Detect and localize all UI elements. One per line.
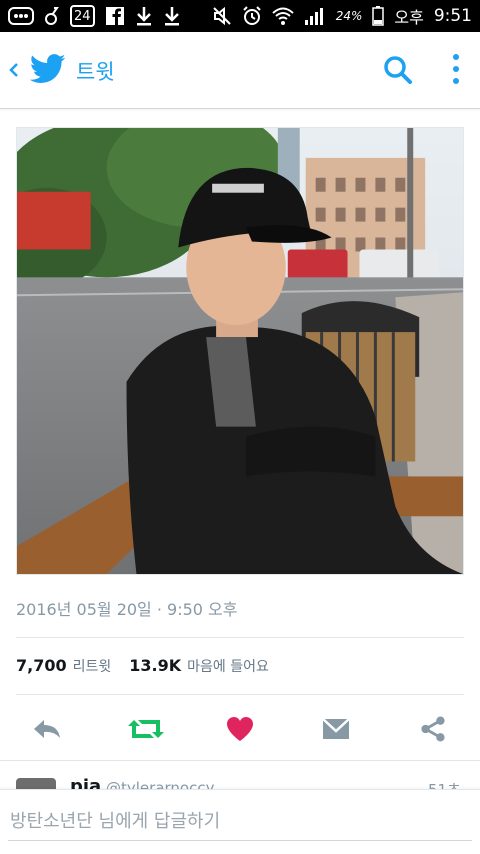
tweet-stats: 7,700 리트윗 13.9K 마음에 들어요 <box>16 656 269 676</box>
tweet-timestamp[interactable]: 2016년 05월 20일 · 9:50 오후 <box>16 596 237 620</box>
mute-icon <box>212 6 232 26</box>
notification-count-icon: 24 <box>70 5 95 27</box>
reply-input-underline <box>8 840 472 841</box>
retweet-count-label[interactable]: 리트윗 <box>73 656 112 676</box>
reply-preview[interactable]: pia @tylerarnoccy 51초 <box>0 762 480 792</box>
like-count[interactable]: 13.9K <box>129 656 181 675</box>
divider <box>0 760 480 761</box>
reply-icon[interactable] <box>32 716 62 742</box>
overflow-menu-icon[interactable] <box>450 52 462 86</box>
ampm: 오후 <box>394 8 424 27</box>
music-icon <box>44 6 60 26</box>
tweet-photo-image <box>17 128 463 574</box>
page-title: 트윗 <box>76 60 115 84</box>
reply-input[interactable] <box>8 810 472 833</box>
signal-icon <box>304 6 326 26</box>
divider <box>16 637 464 638</box>
download-icon-2 <box>163 6 181 26</box>
download-icon <box>135 6 153 26</box>
alarm-icon <box>242 6 262 26</box>
share-icon[interactable] <box>418 716 448 742</box>
search-icon[interactable] <box>382 54 414 86</box>
status-right: 24% 오후 9:51 <box>212 4 472 28</box>
reply-composer <box>0 789 480 854</box>
notification-count: 24 <box>74 8 91 24</box>
tweet-actions <box>0 706 480 750</box>
battery-icon <box>372 6 385 26</box>
like-count-label[interactable]: 마음에 들어요 <box>187 656 269 676</box>
clock: 9:51 <box>433 6 472 26</box>
twitter-bird-icon[interactable] <box>30 54 66 84</box>
retweet-icon[interactable] <box>128 716 164 742</box>
retweet-count[interactable]: 7,700 <box>16 656 67 675</box>
back-chevron-icon[interactable] <box>8 58 20 82</box>
facebook-icon <box>105 6 125 26</box>
direct-message-icon[interactable] <box>322 716 350 742</box>
status-left: 24 <box>8 5 181 27</box>
message-icon <box>8 7 34 25</box>
tweet-photo[interactable] <box>16 127 464 575</box>
battery-percent: 24% <box>335 9 363 23</box>
divider <box>16 694 464 695</box>
status-bar: 24 24% 오후 9:51 <box>0 0 480 32</box>
wifi-icon <box>272 6 294 26</box>
app-header: 트윗 <box>0 32 480 109</box>
like-heart-icon[interactable] <box>226 716 254 742</box>
